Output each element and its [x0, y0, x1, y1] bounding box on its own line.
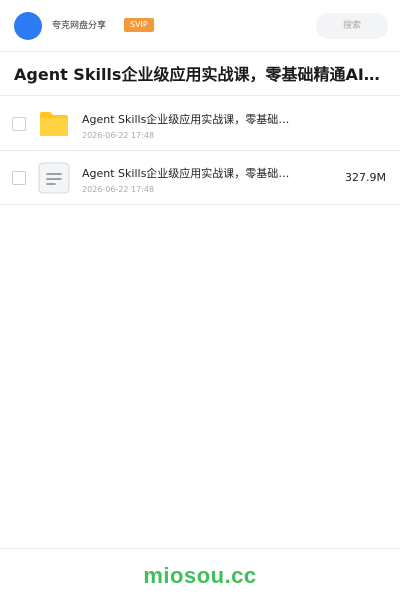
share-page: 夸克网盘分享 SVIP Agent Skills企业级应用实战课，零基础精通AI…	[0, 0, 400, 600]
footer-site-link[interactable]: miosou.cc	[0, 563, 400, 589]
file-name: Agent Skills企业级应用实战课，零基础精通AI智能体开发	[82, 113, 296, 126]
file-name: Agent Skills企业级应用实战课，零基础精通AI智能体开发	[82, 167, 296, 180]
file-row[interactable]: Agent Skills企业级应用实战课，零基础精通AI智能体开发 2026-0…	[0, 97, 400, 151]
search-input[interactable]	[316, 13, 388, 39]
share-title: Agent Skills企业级应用实战课，零基础精通AI智能体开发	[14, 65, 386, 84]
share-title-bar: Agent Skills企业级应用实战课，零基础精通AI智能体开发	[0, 52, 400, 96]
folder-icon	[40, 112, 68, 136]
svip-badge: SVIP	[124, 18, 154, 32]
header: 夸克网盘分享 SVIP	[0, 0, 400, 52]
file-row[interactable]: Agent Skills企业级应用实战课，零基础精通AI智能体开发 2026-0…	[0, 151, 400, 205]
file-size: 327.9M	[345, 171, 386, 184]
brand-name: 夸克网盘分享	[52, 21, 107, 31]
file-date: 2026-06-22 17:48	[82, 131, 155, 140]
avatar[interactable]	[14, 12, 42, 40]
select-checkbox[interactable]	[12, 171, 26, 185]
select-checkbox[interactable]	[12, 117, 26, 131]
document-icon	[38, 162, 70, 194]
footer: miosou.cc	[0, 548, 400, 600]
file-date: 2026-06-22 17:48	[82, 185, 155, 194]
